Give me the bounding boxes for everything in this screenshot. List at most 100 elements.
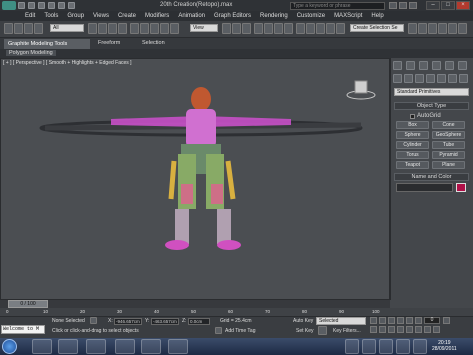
hierarchy-tab-icon[interactable] [419,61,428,70]
search-input[interactable]: Type a keyword or phrase [290,2,385,10]
autogrid-box[interactable] [410,113,415,119]
project-folder-icon[interactable] [68,2,75,9]
binoculars-icon[interactable] [389,2,397,9]
curve-editor-icon[interactable] [408,23,417,34]
lock-icon[interactable] [90,317,97,324]
zoom-icon[interactable] [370,326,377,333]
shapes-icon[interactable] [404,74,413,83]
star-icon[interactable] [399,2,407,9]
material-editor-icon[interactable] [428,23,437,34]
named-selection-set-dropdown[interactable]: Create Selection Se [350,24,404,32]
create-tab-icon[interactable] [393,61,402,70]
torus-button[interactable]: Torus [396,151,429,159]
key-filters-button[interactable]: Key Filters... [333,328,361,334]
graphite-toggle-icon[interactable] [336,23,345,34]
align-icon[interactable] [316,23,325,34]
geosphere-button[interactable]: GeoSphere [432,131,465,139]
go-to-end-icon[interactable] [406,317,413,324]
start-button[interactable] [2,339,17,354]
tray-icon[interactable] [345,339,359,354]
place-icon[interactable] [160,23,169,34]
menu-customize[interactable]: Customize [297,13,325,19]
play-icon[interactable] [388,317,395,324]
redo-icon[interactable] [58,2,65,9]
tray-clock[interactable]: 20:19 28/09/2011 [432,340,457,352]
tray-icon[interactable] [362,339,376,354]
object-name-field[interactable] [396,183,453,192]
tab-graphite-modeling-tools[interactable]: Graphite Modeling Tools [4,39,90,49]
time-slider-handle[interactable]: 0 / 100 [8,300,48,308]
maximize-button[interactable]: □ [441,1,455,10]
lights-icon[interactable] [415,74,424,83]
select-by-name-icon[interactable] [98,23,107,34]
object-color-swatch[interactable] [456,183,466,192]
set-key-icon[interactable] [318,326,327,335]
scale-icon[interactable] [150,23,159,34]
render-setup-icon[interactable] [438,23,447,34]
x-coordinate-field[interactable]: -946.657cm [114,318,142,325]
zoom-extents-icon[interactable] [388,326,395,333]
geometry-icon[interactable] [393,74,402,83]
keyboard-shortcut-icon[interactable] [242,23,251,34]
cylinder-button[interactable]: Cylinder [396,141,429,149]
perspective-viewport[interactable] [0,58,390,300]
network-icon[interactable] [396,339,410,354]
media-player-icon[interactable] [58,339,78,354]
reference-coordinate-dropdown[interactable]: View [190,24,218,32]
3ds-max-task-icon[interactable] [168,339,188,354]
menu-create[interactable]: Create [118,13,136,19]
menu-tools[interactable]: Tools [44,13,58,19]
menu-graph-editors[interactable]: Graph Editors [214,13,251,19]
open-icon[interactable] [28,2,35,9]
help-icon[interactable] [409,2,417,9]
schematic-view-icon[interactable] [418,23,427,34]
tab-selection[interactable]: Selection [142,40,165,46]
yahoo-messenger-icon[interactable] [115,339,135,354]
display-tab-icon[interactable] [445,61,454,70]
render-production-icon[interactable] [458,23,467,34]
spinner-snap-icon[interactable] [284,23,293,34]
current-frame-field[interactable]: 0 [424,317,440,324]
menu-modifiers[interactable]: Modifiers [145,13,169,19]
menu-views[interactable]: Views [93,13,109,19]
utilities-tab-icon[interactable] [458,61,467,70]
maximize-viewport-icon[interactable] [433,326,440,333]
percent-snap-icon[interactable] [274,23,283,34]
pan-icon[interactable] [415,326,422,333]
use-pivot-center-icon[interactable] [222,23,231,34]
go-to-start-icon[interactable] [370,317,377,324]
pivot-icon[interactable] [170,23,179,34]
angle-snap-icon[interactable] [264,23,273,34]
polygon-modeling-panel[interactable]: Polygon Modeling [6,50,56,56]
select-and-manipulate-icon[interactable] [232,23,241,34]
new-icon[interactable] [18,2,25,9]
z-coordinate-field[interactable]: 0.0cm [188,318,210,325]
snaps-toggle-icon[interactable] [254,23,263,34]
tab-freeform[interactable]: Freeform [98,40,120,46]
plane-button[interactable]: Plane [432,161,465,169]
rendered-frame-window-icon[interactable] [448,23,457,34]
systems-icon[interactable] [459,74,468,83]
app-logo-icon[interactable] [2,1,16,10]
move-icon[interactable] [130,23,139,34]
minimize-button[interactable]: – [426,1,440,10]
layer-manager-icon[interactable] [326,23,335,34]
cameras-icon[interactable] [426,74,435,83]
previous-frame-icon[interactable] [379,317,386,324]
viewport-label[interactable]: [ + ] [ Perspective ] [ Smooth + Highlig… [3,60,132,66]
name-and-color-rollout[interactable]: Name and Color [394,173,469,181]
undo-icon[interactable] [4,23,13,34]
pyramid-button[interactable]: Pyramid [432,151,465,159]
firefox-icon[interactable] [86,339,106,354]
menu-edit[interactable]: Edit [25,13,35,19]
select-object-icon[interactable] [88,23,97,34]
window-crossing-icon[interactable] [118,23,127,34]
key-set-dropdown[interactable]: Selected [316,317,366,325]
menu-maxscript[interactable]: MAXScript [334,13,362,19]
undo-icon[interactable] [48,2,55,9]
rotate-icon[interactable] [140,23,149,34]
set-key-button[interactable]: Set Key [296,328,314,334]
helpers-icon[interactable] [437,74,446,83]
add-time-tag[interactable]: Add Time Tag [225,328,255,334]
save-icon[interactable] [38,2,45,9]
